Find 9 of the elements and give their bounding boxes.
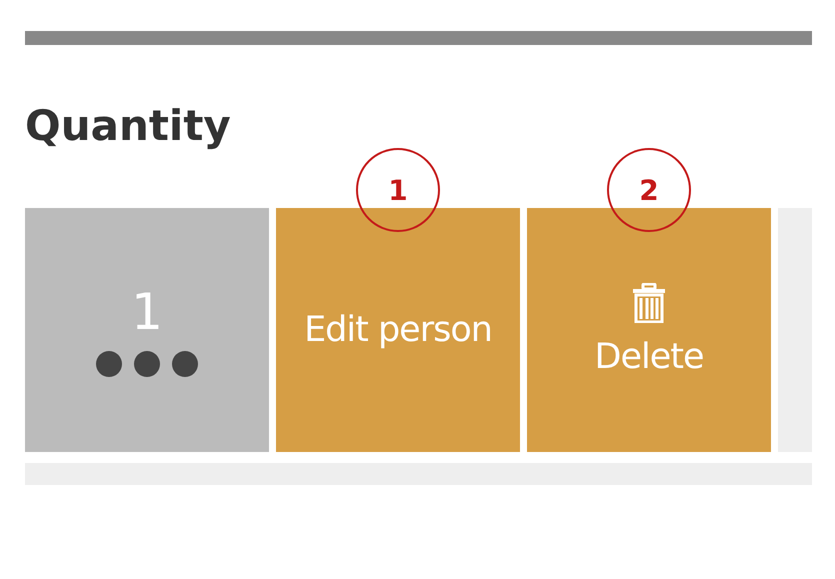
callout-marker: 1 (356, 148, 440, 232)
edit-button[interactable]: Edit person (276, 208, 520, 452)
trash-icon (632, 283, 666, 323)
delete-button[interactable]: Delete (527, 208, 771, 452)
more-icon (95, 350, 199, 378)
quantity-count: 1 (131, 282, 163, 342)
callout-marker: 2 (607, 148, 691, 232)
item-tile[interactable]: 1 (25, 208, 269, 452)
section-heading: Quantity (25, 105, 232, 152)
